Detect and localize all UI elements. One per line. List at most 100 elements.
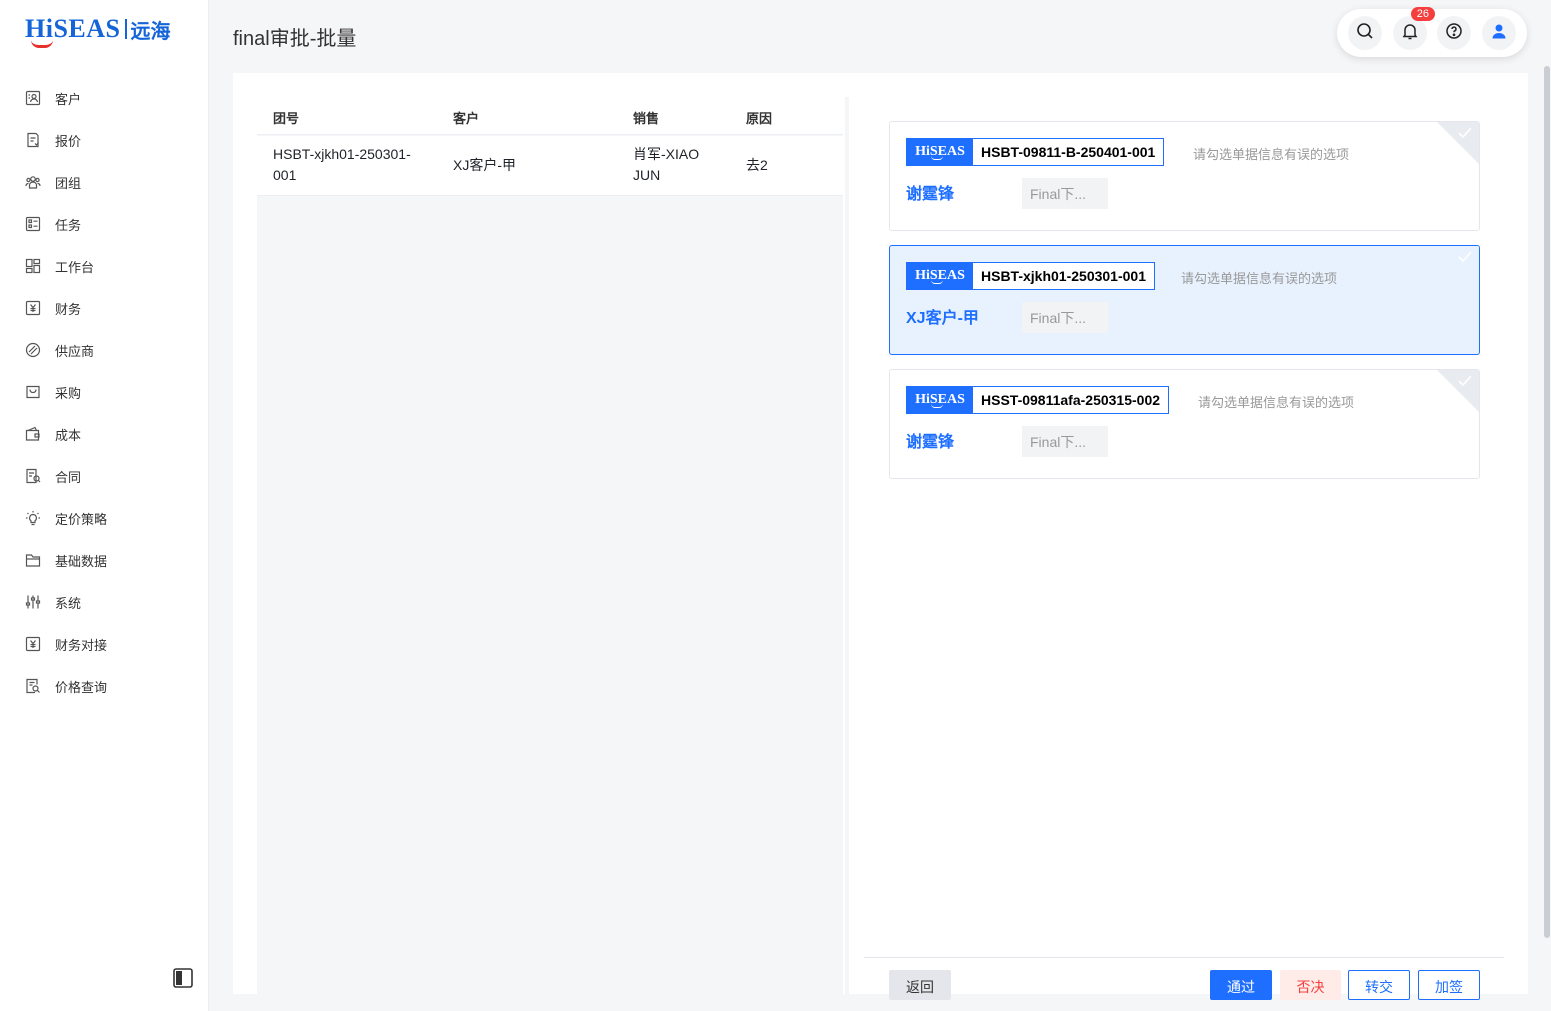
sidebar-item-cost[interactable]: 成本	[0, 413, 209, 455]
sidebar-item-supplier[interactable]: 供应商	[0, 329, 209, 371]
search-icon	[1356, 22, 1374, 45]
sidebar-item-label: 定价策略	[55, 511, 108, 527]
help-button[interactable]	[1437, 16, 1472, 50]
sidebar-item-label: 供应商	[55, 343, 95, 359]
sidebar-item-group[interactable]: 团组	[0, 161, 209, 203]
cell-sales-line1: 肖军-XIAO	[633, 146, 700, 162]
price-search-icon	[25, 678, 41, 694]
cell-reason: 去2	[746, 157, 768, 173]
logo-smile-mark	[31, 40, 53, 48]
notification-button[interactable]: 26	[1392, 7, 1435, 50]
order-code-pill: HiSEAS HSST-09811afa-250315-002	[906, 386, 1170, 414]
back-button[interactable]: 返回	[889, 970, 951, 1000]
reject-button[interactable]: 否决	[1280, 970, 1341, 1000]
hiseas-badge-icon: HiSEAS	[907, 263, 973, 289]
user-avatar-button[interactable]	[1481, 16, 1516, 50]
order-code-pill: HiSEAS HSBT-09811-B-250401-001	[906, 138, 1165, 166]
card-hint: 请勾选单据信息有误的选项	[1193, 147, 1350, 162]
help-icon	[1445, 22, 1463, 45]
order-code-pill: HiSEAS HSBT-xjkh01-250301-001	[906, 262, 1155, 290]
order-card-selected[interactable]: HiSEAS HSBT-xjkh01-250301-001 请勾选单据信息有误的…	[889, 245, 1480, 355]
column-header-reason: 原因	[746, 111, 773, 126]
panel-divider	[845, 97, 849, 994]
bulb-icon	[25, 510, 41, 526]
sidebar-item-label: 基础数据	[55, 553, 108, 569]
sidebar-item-label: 财务	[55, 301, 82, 317]
sliders-icon	[25, 594, 41, 610]
card-customer-name[interactable]: 谢霆锋	[906, 428, 954, 452]
quote-icon	[25, 132, 41, 148]
order-code: HSBT-09811-B-250401-001	[973, 139, 1164, 165]
sidebar-item-label: 价格查询	[55, 679, 108, 695]
user-icon	[1490, 22, 1508, 45]
sidebar-item-workbench[interactable]: 工作台	[0, 245, 209, 287]
card-hint: 请勾选单据信息有误的选项	[1198, 395, 1355, 410]
sidebar-item-finance-link[interactable]: 财务对接	[0, 623, 209, 665]
page-title: final审批-批量	[233, 28, 357, 50]
sidebar-item-base-data[interactable]: 基础数据	[0, 539, 209, 581]
card-status-chip[interactable]: Final下...	[1022, 302, 1108, 333]
hiseas-logo[interactable]: HiSEAS 远海	[25, 14, 171, 48]
sidebar-item-system[interactable]: 系统	[0, 581, 209, 623]
sidebar-item-label: 系统	[55, 595, 82, 611]
bell-icon	[1401, 22, 1419, 45]
sidebar-nav: 客户 报价 团组 任务 工作台 财务 供应商 采购 成本 合同 定价策略 基础数…	[0, 77, 209, 707]
sidebar-collapse-icon[interactable]	[173, 968, 193, 988]
finance-icon	[25, 300, 41, 316]
cell-group-no: HSBT-xjkh01-250301- 001	[273, 144, 411, 186]
card-status-chip[interactable]: Final下...	[1022, 426, 1108, 457]
hiseas-badge-icon: HiSEAS	[907, 139, 973, 165]
table-row[interactable]: HSBT-xjkh01-250301- 001 XJ客户-甲 肖军-XIAO J…	[257, 136, 843, 196]
order-card[interactable]: HiSEAS HSST-09811afa-250315-002 请勾选单据信息有…	[889, 369, 1480, 479]
customer-icon	[25, 90, 41, 106]
logo-chinese: 远海	[130, 20, 171, 43]
finance-link-icon	[25, 636, 41, 652]
sidebar-item-label: 工作台	[55, 259, 95, 275]
sidebar-item-price-search[interactable]: 价格查询	[0, 665, 209, 707]
main-panel: 团号 客户 销售 原因 HSBT-xjkh01-250301- 001 XJ客户…	[233, 73, 1528, 1000]
sidebar: HiSEAS 远海 客户 报价 团组 任务 工作台 财务 供应商 采购 成本 合…	[0, 0, 209, 1011]
sidebar-item-quote[interactable]: 报价	[0, 119, 209, 161]
transfer-button[interactable]: 转交	[1348, 970, 1410, 1000]
sidebar-item-label: 采购	[55, 385, 82, 401]
cell-group-no-line2: 001	[273, 167, 297, 183]
card-status-chip[interactable]: Final下...	[1022, 178, 1108, 209]
approve-button[interactable]: 通过	[1210, 970, 1272, 1000]
sidebar-item-pricing-strategy[interactable]: 定价策略	[0, 497, 209, 539]
card-customer-name[interactable]: 谢霆锋	[906, 180, 954, 204]
cell-customer: XJ客户-甲	[453, 157, 516, 173]
column-header-sales: 销售	[633, 111, 660, 126]
logo-separator	[124, 19, 127, 39]
cost-icon	[25, 426, 41, 442]
sidebar-item-contract[interactable]: 合同	[0, 455, 209, 497]
contract-icon	[25, 468, 41, 484]
table-header: 团号 客户 销售 原因	[257, 97, 843, 135]
group-icon	[25, 174, 41, 190]
notification-badge: 26	[1410, 7, 1435, 21]
cell-sales: 肖军-XIAO JUN	[633, 144, 699, 186]
topbar-actions: 26	[1337, 7, 1527, 57]
order-code: HSBT-xjkh01-250301-001	[973, 263, 1154, 289]
card-customer-name[interactable]: XJ客户-甲	[906, 304, 979, 328]
supplier-icon	[25, 342, 41, 358]
sidebar-item-finance[interactable]: 财务	[0, 287, 209, 329]
column-header-customer: 客户	[453, 111, 480, 126]
order-card[interactable]: HiSEAS HSBT-09811-B-250401-001 请勾选单据信息有误…	[889, 121, 1480, 231]
group-table: 团号 客户 销售 原因 HSBT-xjkh01-250301- 001 XJ客户…	[257, 97, 843, 994]
check-icon	[1458, 375, 1472, 387]
sidebar-item-customer[interactable]: 客户	[0, 77, 209, 119]
sidebar-item-task[interactable]: 任务	[0, 203, 209, 245]
cell-sales-line2: JUN	[633, 167, 661, 183]
purchase-icon	[25, 384, 41, 400]
sidebar-item-label: 报价	[55, 133, 82, 149]
folder-icon	[25, 552, 41, 568]
sidebar-item-label: 财务对接	[55, 637, 108, 653]
sidebar-item-purchase[interactable]: 采购	[0, 371, 209, 413]
search-button[interactable]	[1348, 16, 1383, 50]
sidebar-item-label: 客户	[55, 91, 82, 107]
task-icon	[25, 216, 41, 232]
order-code: HSST-09811afa-250315-002	[973, 387, 1169, 413]
workbench-icon	[25, 258, 41, 274]
add-signer-button[interactable]: 加签	[1418, 970, 1480, 1000]
page-scrollbar[interactable]	[1544, 66, 1550, 938]
